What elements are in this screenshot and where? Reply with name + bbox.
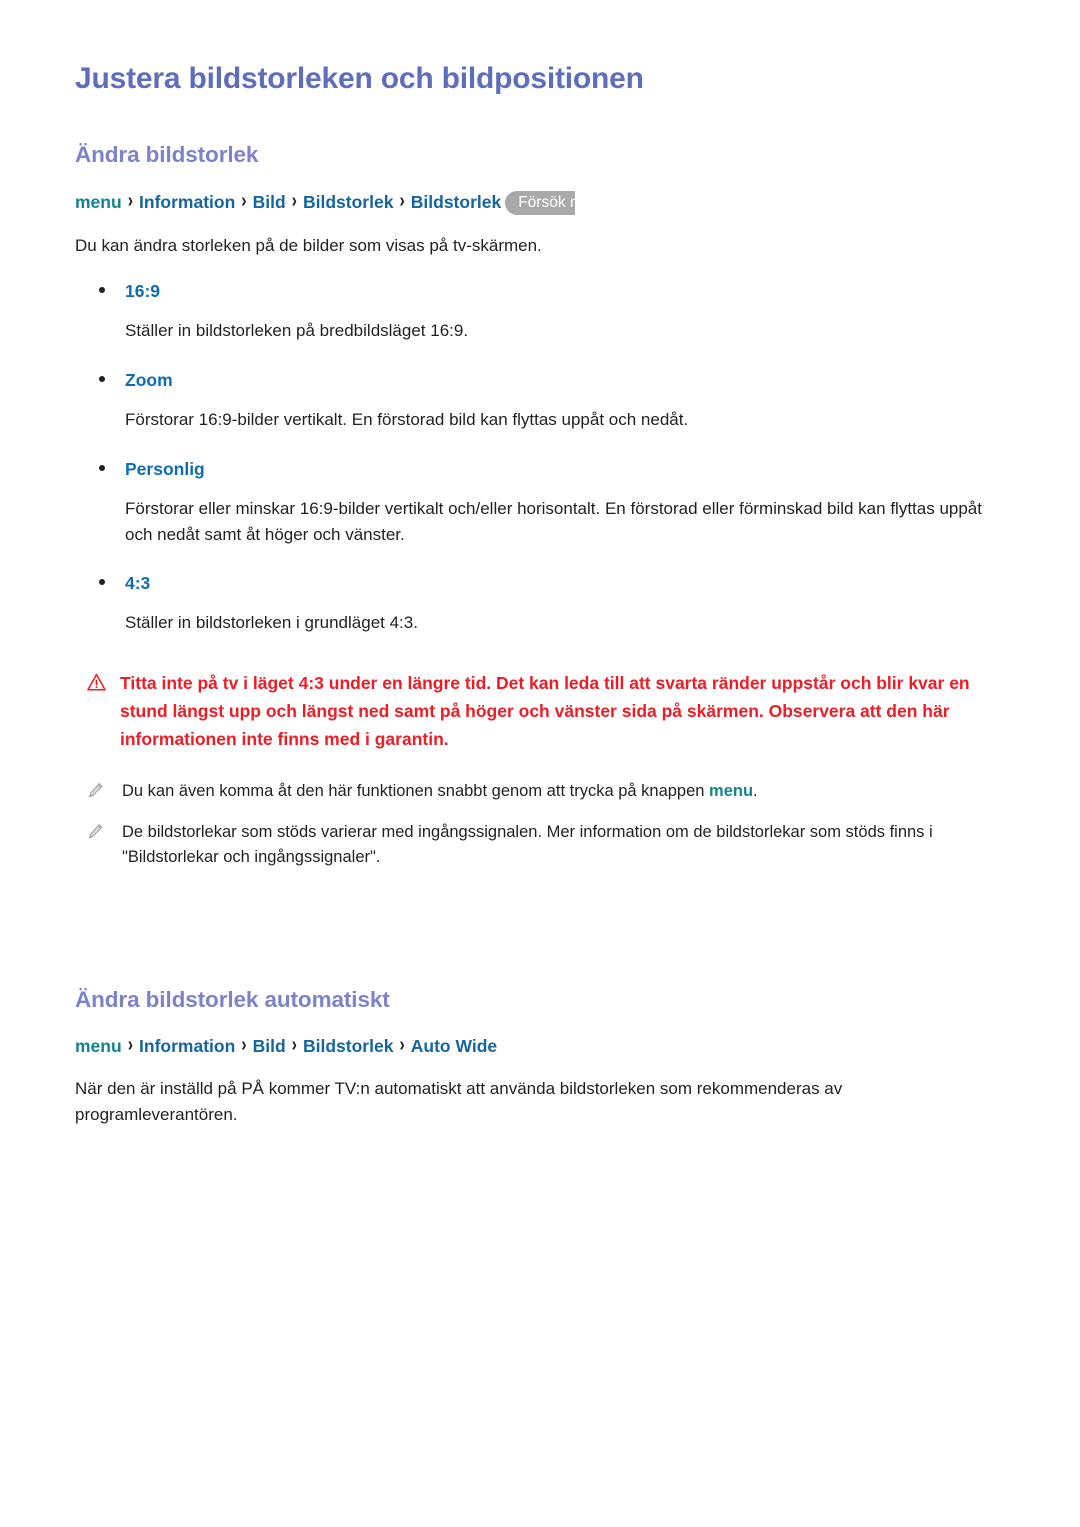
- option-description-personlig: Förstorar eller minskar 16:9-bilder vert…: [125, 498, 982, 544]
- note-text-before: Du kan även komma åt den här funktionen …: [122, 782, 710, 801]
- option-header: 4:3: [75, 573, 994, 594]
- pencil-note-icon: [89, 824, 103, 839]
- inline-menu-reference[interactable]: menu: [709, 782, 753, 800]
- breadcrumb-item-menu[interactable]: menu: [75, 191, 122, 214]
- note-text: De bildstorlekar som stöds varierar med …: [122, 823, 933, 867]
- bullet-icon: [99, 375, 105, 382]
- warning-callout: Titta inte på tv i läget 4:3 under en lä…: [75, 670, 994, 753]
- warning-triangle-icon: [87, 674, 106, 691]
- option-description-4-3: Ställer in bildstorleken i grundläget 4:…: [125, 613, 418, 633]
- breadcrumb-separator-icon: ›: [291, 1035, 297, 1057]
- note-text: Du kan även komma åt den här funktionen …: [122, 779, 994, 804]
- breadcrumb-separator-icon: ›: [241, 1035, 247, 1057]
- section-heading-change-picture-size: Ändra bildstorlek: [75, 141, 259, 167]
- bullet-icon: [99, 287, 105, 294]
- breadcrumb-item-bildstorlek[interactable]: Bildstorlek: [303, 191, 393, 214]
- option-header: Zoom: [75, 370, 994, 391]
- breadcrumb-separator-icon: ›: [127, 1035, 134, 1057]
- bullet-icon: [99, 464, 105, 471]
- breadcrumb-separator-icon: ›: [399, 1035, 405, 1057]
- list-item: Zoom Förstorar 16:9-bilder vertikalt. En…: [75, 370, 994, 433]
- breadcrumb-item-information[interactable]: Information: [139, 191, 235, 214]
- breadcrumb-item-bildstorlek-leaf[interactable]: Bildstorlek: [411, 191, 501, 214]
- breadcrumb-auto-wide: menu › Information › Bild › Bildstorlek …: [75, 1035, 994, 1058]
- breadcrumb-item-menu[interactable]: menu: [75, 1035, 122, 1058]
- breadcrumb-item-bild[interactable]: Bild: [253, 1035, 286, 1058]
- breadcrumb-item-information[interactable]: Information: [139, 1035, 235, 1058]
- breadcrumb-separator-icon: ›: [399, 190, 405, 212]
- note-row: Du kan även komma åt den här funktionen …: [75, 779, 994, 804]
- note-row: De bildstorlekar som stöds varierar med …: [75, 820, 994, 870]
- list-item: Personlig Förstorar eller minskar 16:9-b…: [75, 459, 994, 548]
- option-header: Personlig: [75, 459, 994, 480]
- option-description-16-9: Ställer in bildstorleken på bredbildsläg…: [125, 321, 469, 341]
- breadcrumb-picture-size: menu › Information › Bild › Bildstorlek …: [75, 190, 994, 216]
- option-header: 16:9: [75, 281, 994, 302]
- breadcrumb-item-bild[interactable]: Bild: [253, 191, 286, 214]
- document-page: Justera bildstorleken och bildpositionen…: [0, 0, 1080, 1527]
- section-intro-paragraph: Du kan ändra storleken på de bilder som …: [75, 236, 542, 256]
- breadcrumb-separator-icon: ›: [241, 190, 247, 212]
- pencil-note-icon: [89, 783, 103, 798]
- breadcrumb-item-bildstorlek[interactable]: Bildstorlek: [303, 1035, 393, 1058]
- picture-size-option-list: 16:9 Ställer in bildstorleken på bredbil…: [75, 281, 994, 636]
- auto-size-intro-paragraph: När den är inställd på PÅ kommer TV:n au…: [75, 1079, 843, 1125]
- breadcrumb-separator-icon: ›: [127, 190, 134, 212]
- try-now-clip: Försök nu: [501, 190, 576, 216]
- breadcrumb-item-auto-wide[interactable]: Auto Wide: [411, 1035, 497, 1058]
- option-label-personlig: Personlig: [125, 458, 205, 479]
- list-item: 16:9 Ställer in bildstorleken på bredbil…: [75, 281, 994, 344]
- breadcrumb-separator-icon: ›: [291, 190, 297, 212]
- warning-text: Titta inte på tv i läget 4:3 under en lä…: [120, 673, 970, 749]
- option-label-16-9: 16:9: [125, 281, 161, 302]
- section-heading-auto-picture-size: Ändra bildstorlek automatiskt: [75, 987, 390, 1013]
- option-label-4-3: 4:3: [125, 573, 151, 594]
- note-text-after: .: [753, 782, 758, 801]
- bullet-icon: [99, 579, 105, 586]
- try-now-badge[interactable]: Försök nu: [505, 190, 576, 216]
- option-description-zoom: Förstorar 16:9-bilder vertikalt. En förs…: [125, 409, 689, 429]
- option-label-zoom: Zoom: [125, 369, 173, 390]
- list-item: 4:3 Ställer in bildstorleken i grundläge…: [75, 573, 994, 636]
- page-title: Justera bildstorleken och bildpositionen: [75, 62, 644, 95]
